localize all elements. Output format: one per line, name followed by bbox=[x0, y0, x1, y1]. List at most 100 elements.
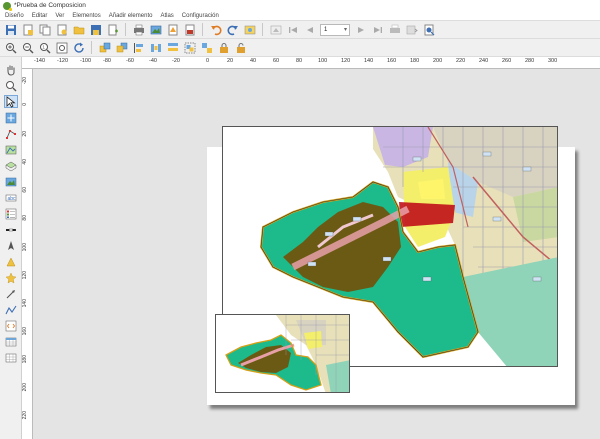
toolbar-separator bbox=[125, 23, 126, 36]
export-atlas-icon[interactable] bbox=[405, 23, 418, 36]
layout-canvas[interactable] bbox=[33, 69, 600, 439]
export-svg-icon[interactable] bbox=[166, 23, 179, 36]
add-html-icon[interactable] bbox=[4, 319, 18, 332]
add-north-arrow-icon[interactable] bbox=[4, 239, 18, 252]
redo-icon[interactable] bbox=[226, 23, 239, 36]
ruler-label: 160 bbox=[22, 327, 28, 336]
add-marker-icon[interactable] bbox=[4, 271, 18, 284]
lock-items-icon[interactable] bbox=[217, 41, 230, 54]
refresh-icon[interactable] bbox=[72, 41, 85, 54]
ruler-label: -20 bbox=[172, 58, 180, 64]
zoom-tool-icon[interactable] bbox=[4, 79, 18, 92]
report-icon[interactable] bbox=[422, 23, 435, 36]
add-picture-icon[interactable] bbox=[4, 175, 18, 188]
ruler-label: 80 bbox=[22, 215, 28, 221]
pan-icon[interactable] bbox=[4, 63, 18, 76]
window-title: *Prueba de Composicion bbox=[14, 2, 86, 9]
print-atlas-icon[interactable] bbox=[388, 23, 401, 36]
add-scalebar-icon[interactable] bbox=[4, 223, 18, 236]
ruler-label: 160 bbox=[387, 58, 397, 64]
svg-text:abc: abc bbox=[7, 196, 16, 202]
group-items-icon[interactable] bbox=[183, 41, 196, 54]
menu-bar: Diseño Editar Ver Elementos Añadir eleme… bbox=[0, 11, 600, 21]
ruler-label: 0 bbox=[22, 103, 28, 106]
ruler-label: -80 bbox=[103, 58, 111, 64]
zoom-in-icon[interactable] bbox=[4, 41, 17, 54]
move-item-content-icon[interactable] bbox=[4, 111, 18, 124]
menu-atlas[interactable]: Atlas bbox=[160, 13, 173, 19]
ruler-label: 180 bbox=[410, 58, 420, 64]
first-feature-icon[interactable] bbox=[286, 23, 299, 36]
menu-anadir-elemento[interactable]: Añadir elemento bbox=[109, 13, 153, 19]
menu-configuracion[interactable]: Configuración bbox=[182, 13, 219, 19]
ruler-label: 140 bbox=[22, 299, 28, 308]
distribute-items-icon[interactable] bbox=[149, 41, 162, 54]
add-legend-icon[interactable] bbox=[4, 207, 18, 220]
qgis-logo-icon bbox=[3, 1, 12, 11]
tools-palette: abc bbox=[0, 57, 22, 439]
export-image-icon[interactable] bbox=[149, 23, 162, 36]
resize-items-icon[interactable] bbox=[166, 41, 179, 54]
zoom-out-icon[interactable] bbox=[21, 41, 34, 54]
new-layout-icon[interactable] bbox=[21, 23, 34, 36]
save-template-icon[interactable] bbox=[89, 23, 102, 36]
open-template-icon[interactable] bbox=[72, 23, 85, 36]
unlock-items-icon[interactable] bbox=[234, 41, 247, 54]
menu-ver[interactable]: Ver bbox=[55, 13, 64, 19]
vertical-ruler[interactable]: -20 0 20 40 60 80 100 120 140 160 180 20… bbox=[22, 69, 33, 439]
atlas-preview-icon[interactable] bbox=[269, 23, 282, 36]
zoom-actual-icon[interactable]: 1 bbox=[38, 41, 51, 54]
duplicate-layout-icon[interactable] bbox=[38, 23, 51, 36]
ruler-label: -100 bbox=[80, 58, 92, 64]
ruler-label: 200 bbox=[433, 58, 443, 64]
ruler-label: 40 bbox=[22, 159, 28, 165]
ruler-label: 140 bbox=[364, 58, 374, 64]
raise-items-icon[interactable] bbox=[98, 41, 111, 54]
menu-editar[interactable]: Editar bbox=[32, 13, 48, 19]
ruler-label: 20 bbox=[22, 131, 28, 137]
add-3d-map-icon[interactable] bbox=[4, 159, 18, 172]
add-pages-icon[interactable] bbox=[106, 23, 119, 36]
add-attribute-table-icon[interactable] bbox=[4, 335, 18, 348]
ruler-label: 220 bbox=[456, 58, 466, 64]
add-shape-icon[interactable] bbox=[4, 255, 18, 268]
add-label-icon[interactable]: abc bbox=[4, 191, 18, 204]
add-polyline-icon[interactable] bbox=[4, 303, 18, 316]
title-bar: *Prueba de Composicion bbox=[0, 0, 600, 11]
ruler-label: -40 bbox=[149, 58, 157, 64]
add-map-icon[interactable] bbox=[4, 143, 18, 156]
toolbar-separator bbox=[202, 23, 203, 36]
ruler-label: 200 bbox=[22, 383, 28, 392]
save-icon[interactable] bbox=[4, 23, 17, 36]
toolbar-separator bbox=[262, 23, 263, 36]
select-move-icon[interactable] bbox=[3, 95, 18, 108]
ruler-label: -60 bbox=[126, 58, 134, 64]
ungroup-items-icon[interactable] bbox=[200, 41, 213, 54]
ruler-label: -120 bbox=[57, 58, 69, 64]
export-pdf-icon[interactable] bbox=[183, 23, 196, 36]
next-feature-icon[interactable] bbox=[354, 23, 367, 36]
zoom-full-icon[interactable] bbox=[55, 41, 68, 54]
ruler-label: 280 bbox=[525, 58, 535, 64]
print-icon[interactable] bbox=[132, 23, 145, 36]
ruler-label: 260 bbox=[502, 58, 512, 64]
ruler-label: 300 bbox=[548, 58, 558, 64]
align-items-icon[interactable] bbox=[132, 41, 145, 54]
menu-elementos[interactable]: Elementos bbox=[72, 13, 100, 19]
layout-manager-icon[interactable] bbox=[55, 23, 68, 36]
ruler-label: 40 bbox=[250, 58, 257, 64]
add-fixed-table-icon[interactable] bbox=[4, 351, 18, 364]
atlas-page-spinbox[interactable]: 1 bbox=[320, 23, 350, 36]
lower-items-icon[interactable] bbox=[115, 41, 128, 54]
previous-feature-icon[interactable] bbox=[303, 23, 316, 36]
atlas-settings-icon[interactable] bbox=[243, 23, 256, 36]
add-arrow-icon[interactable] bbox=[4, 287, 18, 300]
undo-icon[interactable] bbox=[209, 23, 222, 36]
last-feature-icon[interactable] bbox=[371, 23, 384, 36]
menu-diseno[interactable]: Diseño bbox=[5, 13, 24, 19]
ruler-label: -20 bbox=[22, 77, 28, 85]
edit-nodes-icon[interactable] bbox=[4, 127, 18, 140]
horizontal-ruler[interactable]: -140 -120 -100 -80 -60 -40 -20 0 20 40 6… bbox=[22, 57, 600, 69]
overview-map-item[interactable] bbox=[215, 314, 350, 393]
ruler-label: 60 bbox=[22, 187, 28, 193]
